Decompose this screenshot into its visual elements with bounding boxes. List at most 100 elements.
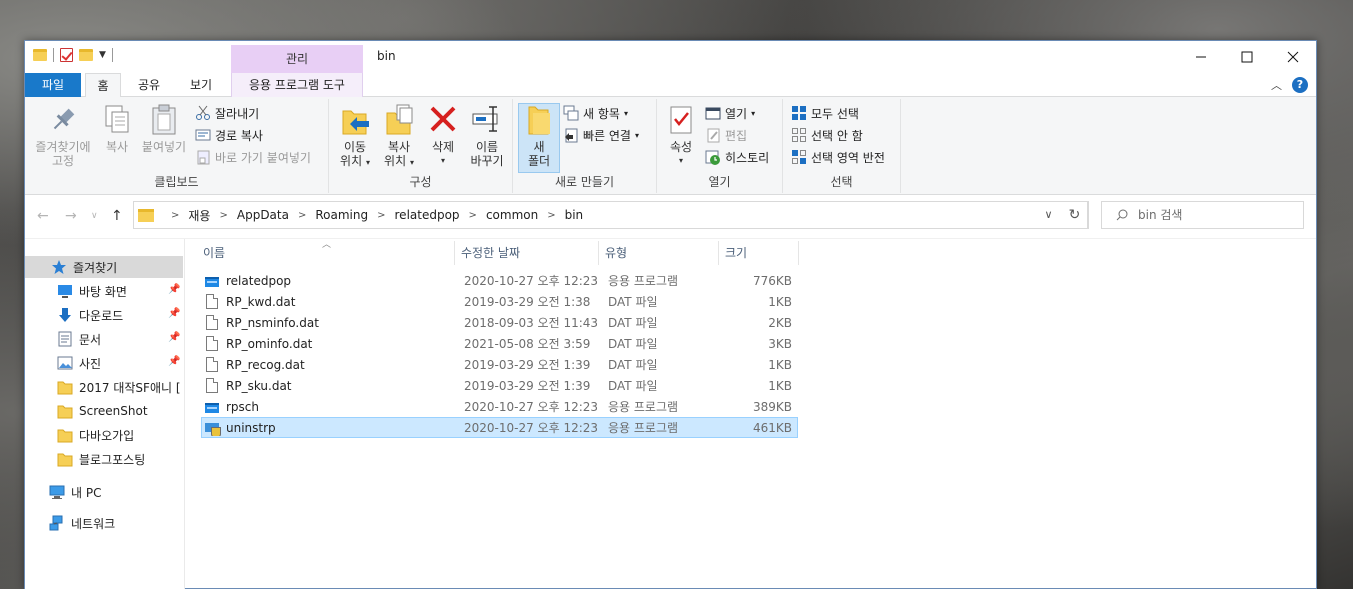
tab-view[interactable]: 보기 bbox=[183, 73, 219, 97]
nav-item-folder[interactable]: 2017 대작SF애니 [ bbox=[25, 376, 183, 398]
file-row[interactable]: RP_nsminfo.dat 2018-09-03 오전 11:43 DAT 파… bbox=[201, 312, 798, 333]
paste-icon bbox=[148, 103, 180, 137]
pin-icon[interactable]: 📌 bbox=[168, 308, 180, 319]
pin-to-quick-access-button[interactable]: 즐겨찾기에 고정 bbox=[31, 103, 95, 168]
copy-to-button[interactable]: 복사 위치 ▾ bbox=[379, 103, 419, 170]
new-folder-icon[interactable] bbox=[79, 49, 93, 61]
properties-button[interactable]: 속성 ▾ bbox=[663, 103, 699, 168]
breadcrumb-item[interactable]: AppData bbox=[237, 208, 289, 222]
copy-path-button[interactable]: 경로 복사 bbox=[195, 125, 263, 145]
edit-icon bbox=[705, 127, 721, 143]
open-button[interactable]: 열기 ▾ bbox=[705, 103, 755, 123]
file-row[interactable]: rpsch 2020-10-27 오후 12:23 응용 프로그램 389KB bbox=[201, 396, 798, 417]
edit-button[interactable]: 편집 bbox=[705, 125, 747, 145]
paste-button[interactable]: 붙여넣기 bbox=[139, 103, 189, 154]
nav-network[interactable]: 네트워크 bbox=[25, 512, 183, 534]
nav-item-pictures[interactable]: 사진 bbox=[25, 352, 183, 374]
column-header-name[interactable]: 이름 bbox=[197, 241, 455, 265]
tab-file[interactable]: 파일 bbox=[25, 73, 81, 97]
file-row[interactable]: RP_ominfo.dat 2021-05-08 오전 3:59 DAT 파일 … bbox=[201, 333, 798, 354]
nav-item-label: 블로그포스팅 bbox=[79, 452, 146, 467]
breadcrumb-separator-icon[interactable]: > bbox=[171, 210, 179, 221]
nav-item-downloads[interactable]: 다운로드 bbox=[25, 304, 183, 326]
folder-icon[interactable] bbox=[33, 49, 47, 61]
breadcrumb-item[interactable]: relatedpop bbox=[395, 208, 460, 222]
pin-icon[interactable]: 📌 bbox=[168, 332, 180, 343]
paste-shortcut-button[interactable]: 바로 가기 붙여넣기 bbox=[195, 147, 311, 167]
select-all-button[interactable]: 모두 선택 bbox=[791, 103, 859, 123]
column-header-size[interactable]: 크기 bbox=[719, 241, 799, 265]
address-bar[interactable]: > 재용 > AppData > Roaming > relatedpop > … bbox=[133, 201, 1088, 229]
column-header-date[interactable]: 수정한 날짜 bbox=[455, 241, 599, 265]
customize-dropdown-icon[interactable]: ▼ bbox=[99, 50, 106, 60]
file-name: relatedpop bbox=[226, 273, 292, 288]
easy-access-icon bbox=[563, 127, 579, 143]
new-folder-button[interactable]: 새 폴더 bbox=[519, 103, 559, 168]
new-group: 새 폴더 새 항목 ▾ 빠른 연결 ▾ 새로 만들기 bbox=[513, 99, 657, 193]
new-folder-label-line2: 폴더 bbox=[527, 154, 551, 168]
delete-button[interactable]: 삭제 ▾ bbox=[425, 103, 461, 168]
copy-path-icon bbox=[195, 127, 211, 143]
back-arrow-icon[interactable]: ← bbox=[37, 208, 49, 224]
rename-label-line1: 이름 bbox=[475, 140, 499, 154]
nav-item-documents[interactable]: 문서 bbox=[25, 328, 183, 350]
nav-item-folder[interactable]: 다바오가입 bbox=[25, 424, 183, 446]
invert-selection-button[interactable]: 선택 영역 반전 bbox=[791, 147, 885, 167]
move-to-button[interactable]: 이동 위치 ▾ bbox=[335, 103, 375, 170]
pin-icon[interactable]: 📌 bbox=[168, 356, 180, 367]
breadcrumb-separator-icon[interactable]: > bbox=[219, 210, 227, 221]
select-none-label: 선택 안 함 bbox=[811, 128, 863, 143]
file-row[interactable]: RP_kwd.dat 2019-03-29 오전 1:38 DAT 파일 1KB bbox=[201, 291, 798, 312]
tab-application-tools[interactable]: 응용 프로그램 도구 bbox=[231, 73, 363, 97]
tab-share[interactable]: 공유 bbox=[131, 73, 167, 97]
nav-item-folder[interactable]: 블로그포스팅 bbox=[25, 448, 183, 470]
breadcrumb-item[interactable]: Roaming bbox=[315, 208, 368, 222]
new-item-button[interactable]: 새 항목 ▾ bbox=[563, 103, 628, 123]
nav-quick-access[interactable]: 즐겨찾기 bbox=[25, 256, 183, 278]
pin-icon[interactable]: 📌 bbox=[168, 284, 180, 295]
search-box[interactable] bbox=[1101, 201, 1304, 229]
breadcrumb-item[interactable]: common bbox=[486, 208, 538, 222]
file-name: RP_nsminfo.dat bbox=[226, 315, 319, 330]
nav-item-desktop[interactable]: 바탕 화면 bbox=[25, 280, 183, 302]
copy-to-label-line2: 위치 bbox=[384, 154, 407, 168]
minimize-button[interactable] bbox=[1178, 41, 1224, 72]
properties-icon[interactable] bbox=[60, 48, 73, 62]
minimize-ribbon-chevron-icon[interactable]: ︿ bbox=[1271, 77, 1282, 93]
address-history-chevron-icon[interactable]: ∨ bbox=[1037, 202, 1059, 228]
download-arrow-icon bbox=[57, 307, 73, 323]
breadcrumb-separator-icon[interactable]: > bbox=[298, 210, 306, 221]
file-row-selected[interactable]: uninstrp 2020-10-27 오후 12:23 응용 프로그램 461… bbox=[201, 417, 798, 438]
file-row[interactable]: RP_sku.dat 2019-03-29 오전 1:39 DAT 파일 1KB bbox=[201, 375, 798, 396]
history-button[interactable]: 히스토리 bbox=[705, 147, 769, 167]
forward-arrow-icon[interactable]: → bbox=[65, 208, 77, 224]
maximize-button[interactable] bbox=[1224, 41, 1270, 72]
search-input[interactable] bbox=[1138, 208, 1288, 222]
breadcrumb-separator-icon[interactable]: > bbox=[469, 210, 477, 221]
copy-button[interactable]: 복사 bbox=[99, 103, 135, 154]
folder-icon bbox=[57, 379, 73, 395]
breadcrumb-item[interactable]: 재용 bbox=[188, 207, 210, 224]
file-date: 2020-10-27 오후 12:23 bbox=[464, 274, 599, 288]
file-list-header: 이름 수정한 날짜 유형 크기 bbox=[197, 241, 799, 265]
recent-locations-chevron-icon[interactable]: ∨ bbox=[91, 211, 98, 221]
file-row[interactable]: relatedpop 2020-10-27 오후 12:23 응용 프로그램 7… bbox=[201, 270, 798, 291]
rename-button[interactable]: 이름 바꾸기 bbox=[467, 103, 507, 168]
breadcrumb-item[interactable]: bin bbox=[565, 208, 584, 222]
file-row[interactable]: RP_recog.dat 2019-03-29 오전 1:39 DAT 파일 1… bbox=[201, 354, 798, 375]
refresh-button[interactable]: ↻ bbox=[1061, 201, 1089, 229]
help-icon[interactable]: ? bbox=[1292, 77, 1308, 93]
close-button[interactable] bbox=[1270, 41, 1316, 72]
select-none-button[interactable]: 선택 안 함 bbox=[791, 125, 863, 145]
up-arrow-icon[interactable]: ↑ bbox=[111, 208, 123, 224]
breadcrumb-separator-icon[interactable]: > bbox=[547, 210, 555, 221]
properties-label: 속성 bbox=[669, 140, 693, 154]
column-header-type[interactable]: 유형 bbox=[599, 241, 719, 265]
folder-icon bbox=[57, 451, 73, 467]
breadcrumb-separator-icon[interactable]: > bbox=[377, 210, 385, 221]
nav-item-folder[interactable]: ScreenShot bbox=[25, 400, 183, 422]
tab-home[interactable]: 홈 bbox=[85, 73, 121, 98]
nav-this-pc[interactable]: 내 PC bbox=[25, 481, 183, 503]
easy-access-button[interactable]: 빠른 연결 ▾ bbox=[563, 125, 639, 145]
cut-button[interactable]: 잘라내기 bbox=[195, 103, 259, 123]
